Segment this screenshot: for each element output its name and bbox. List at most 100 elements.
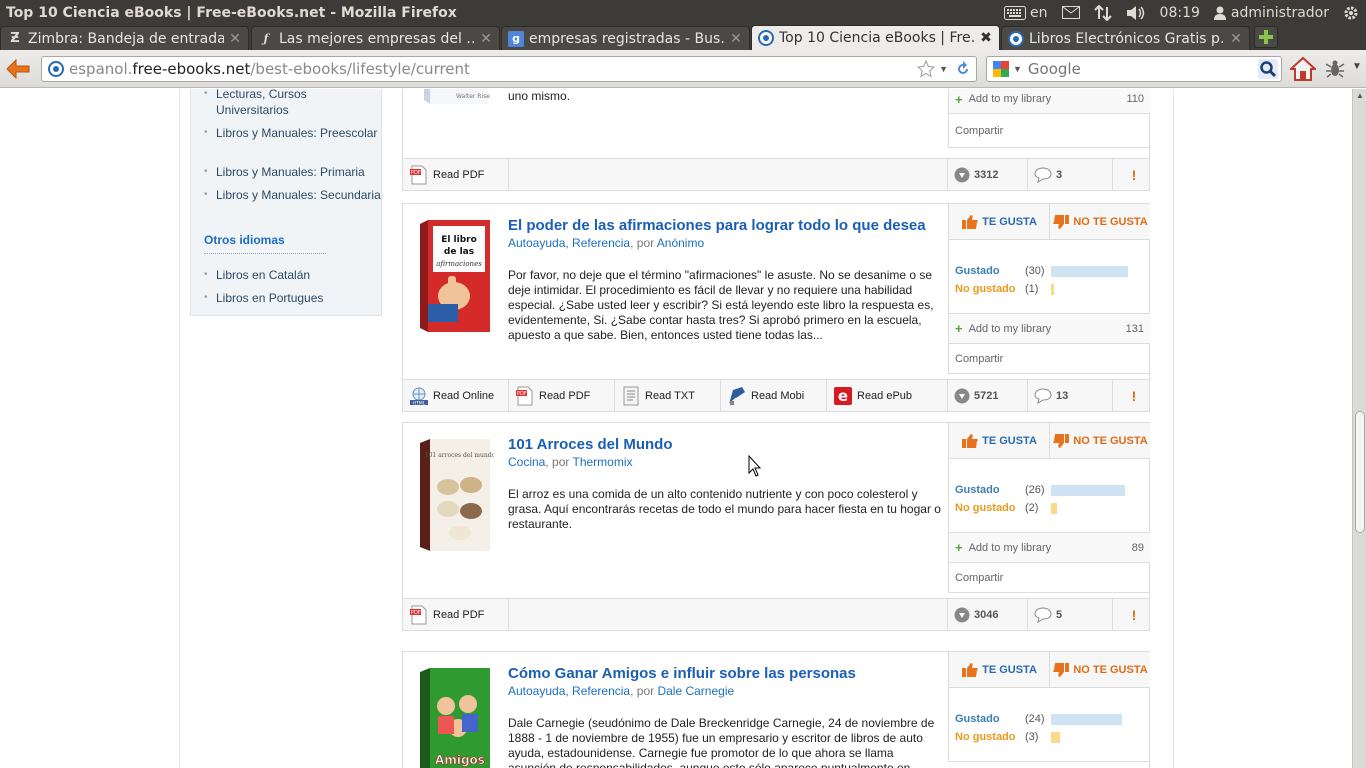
search-input[interactable]: [1027, 60, 1258, 78]
scrollbar-thumb[interactable]: [1355, 411, 1365, 533]
tab-label: empresas registradas - Bus…: [529, 30, 725, 47]
sidebar-item-portugues[interactable]: Libros en Portugues: [204, 290, 381, 306]
back-button[interactable]: [5, 57, 31, 81]
close-icon[interactable]: ✖: [979, 30, 993, 46]
tab-label: Top 10 Ciencia eBooks | Fre…: [779, 30, 975, 46]
dislike-button[interactable]: NO TE GUSTA: [1050, 423, 1150, 458]
report-button[interactable]: !: [1113, 599, 1149, 630]
user-menu[interactable]: administrador: [1213, 5, 1329, 21]
share-link[interactable]: Compartir: [949, 563, 1150, 593]
like-label: TE GUSTA: [982, 663, 1037, 676]
clock[interactable]: 08:19: [1160, 5, 1200, 21]
book-title[interactable]: El poder de las afirmaciones para lograr…: [508, 217, 926, 234]
book-categories[interactable]: Autoayuda, Referencia: [508, 684, 630, 698]
url-path: /best-ebooks/lifestyle/current: [250, 60, 470, 78]
vertical-scrollbar[interactable]: ▲: [1352, 89, 1366, 768]
comment-count[interactable]: 3: [1028, 159, 1113, 190]
plus-icon: +: [955, 91, 963, 107]
google-engine-icon[interactable]: [992, 60, 1010, 78]
share-link[interactable]: Compartir: [949, 114, 1150, 148]
close-icon[interactable]: ✕: [228, 31, 242, 47]
dislike-button[interactable]: NO TE GUSTA: [1050, 652, 1150, 687]
book-author[interactable]: Anónimo: [657, 236, 704, 250]
read-online-button[interactable]: HTML Read Online: [403, 380, 509, 411]
dislike-button[interactable]: NO TE GUSTA: [1050, 204, 1150, 239]
report-button[interactable]: !: [1113, 159, 1149, 190]
sidebar-item-catalan[interactable]: Libros en Catalán: [204, 267, 381, 283]
tab-zimbra[interactable]: Ƶ Zimbra: Bandeja de entrada ✕: [0, 26, 249, 50]
sidebar-item-lecturas[interactable]: Lecturas, Cursos Universitarios: [204, 89, 381, 118]
comment-count[interactable]: 5: [1028, 599, 1113, 630]
read-epub-button[interactable]: e Read ePub: [827, 380, 933, 411]
sidebar-item-preescolar[interactable]: Libros y Manuales: Preescolar: [204, 125, 381, 141]
read-pdf-button[interactable]: PDF Read PDF: [509, 380, 615, 411]
read-txt-button[interactable]: Read TXT: [615, 380, 721, 411]
site-icon: [758, 30, 774, 46]
download-count[interactable]: 5721: [948, 380, 1028, 411]
share-link[interactable]: Compartir: [949, 344, 1150, 374]
read-mobi-button[interactable]: Read Mobi: [721, 380, 827, 411]
site-identity-icon[interactable]: [48, 61, 64, 77]
like-button[interactable]: TE GUSTA: [949, 204, 1050, 239]
read-pdf-button[interactable]: PDF Read PDF: [403, 159, 509, 190]
book-cover[interactable]: Amigos: [416, 666, 494, 768]
add-to-library[interactable]: + Add to my library 131: [949, 314, 1150, 344]
share-label: Compartir: [955, 352, 1004, 365]
extension-icon[interactable]: [1325, 59, 1345, 79]
volume-icon[interactable]: [1126, 5, 1146, 21]
home-button[interactable]: [1288, 56, 1318, 82]
sidebar-item-secundaria[interactable]: Libros y Manuales: Secundaria: [204, 187, 381, 203]
new-tab-button[interactable]: [1254, 26, 1278, 48]
read-pdf-button[interactable]: PDF Read PDF: [403, 599, 509, 630]
url-bar[interactable]: espanol.free-ebooks.net/best-ebooks/life…: [41, 56, 977, 82]
book-categories[interactable]: Cocina: [508, 455, 545, 469]
scroll-up-icon[interactable]: ▲: [1356, 91, 1364, 100]
download-icon: [954, 388, 970, 403]
library-count: 89: [1131, 541, 1144, 554]
book-cover[interactable]: 101 arroces del mundo: [416, 437, 496, 553]
download-count[interactable]: 3312: [948, 159, 1028, 190]
close-icon[interactable]: ✕: [1229, 31, 1243, 47]
like-button[interactable]: TE GUSTA: [949, 423, 1050, 458]
tab-google-search[interactable]: g empresas registradas - Bus… ✕: [501, 26, 750, 50]
report-button[interactable]: !: [1113, 380, 1149, 411]
tab-empresas[interactable]: ƒ Las mejores empresas del … ✕: [251, 26, 500, 50]
toolbar-overflow-icon[interactable]: ▼: [1352, 61, 1362, 72]
tab-libros-gratis[interactable]: Libros Electrónicos Gratis p… ✕: [1001, 26, 1250, 50]
book-author[interactable]: Dale Carnegie: [657, 684, 734, 698]
network-icon[interactable]: [1093, 4, 1112, 21]
svg-text:PDF: PDF: [517, 391, 527, 397]
book-cover[interactable]: El libro de las afirmaciones: [416, 218, 494, 334]
book-cover[interactable]: Walter Rise: [416, 89, 494, 115]
dislike-label: NO TE GUSTA: [1073, 215, 1148, 228]
add-to-library[interactable]: + Add to my library 110: [949, 89, 1150, 114]
book-author[interactable]: Thermomix: [573, 455, 633, 469]
keyboard-icon[interactable]: en: [1004, 5, 1048, 21]
rating-stats: Gustado (26) No gustado (2): [949, 459, 1150, 533]
close-icon[interactable]: ✕: [479, 31, 493, 47]
reload-icon[interactable]: [954, 60, 972, 78]
engine-dropdown-icon[interactable]: ▼: [1013, 64, 1022, 74]
book-title[interactable]: 101 Arroces del Mundo: [508, 436, 673, 453]
search-icon[interactable]: [1258, 59, 1278, 79]
comment-count[interactable]: 13: [1028, 380, 1113, 411]
tab-top10-ciencia[interactable]: Top 10 Ciencia eBooks | Fre… ✖: [751, 25, 1000, 50]
bookmark-star-icon[interactable]: [917, 60, 936, 78]
book-title[interactable]: Cómo Ganar Amigos e influir sobre las pe…: [508, 665, 856, 682]
gear-icon[interactable]: [1343, 5, 1359, 21]
mobi-icon: [728, 386, 745, 405]
sidebar-item-primaria[interactable]: Libros y Manuales: Primaria: [204, 164, 381, 180]
search-bar[interactable]: ▼: [986, 56, 1282, 82]
add-to-library[interactable]: + Add to my library 89: [949, 533, 1150, 563]
url-domain: free-ebooks.net: [132, 60, 251, 78]
book-categories[interactable]: Autoayuda, Referencia: [508, 236, 630, 250]
like-button[interactable]: TE GUSTA: [949, 652, 1050, 687]
script-f-icon: ƒ: [263, 32, 269, 45]
url-dropdown-icon[interactable]: ▼: [939, 64, 948, 74]
html-icon: HTML: [410, 387, 428, 406]
url-text[interactable]: espanol.free-ebooks.net/best-ebooks/life…: [69, 60, 917, 78]
download-count[interactable]: 3046: [948, 599, 1028, 630]
like-label: TE GUSTA: [982, 434, 1037, 447]
mail-icon[interactable]: [1061, 6, 1080, 19]
close-icon[interactable]: ✕: [729, 31, 743, 47]
